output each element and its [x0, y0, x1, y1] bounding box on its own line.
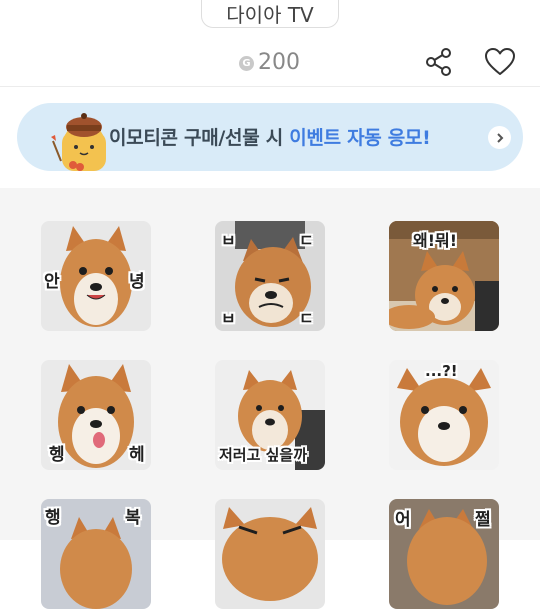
emoticon-item[interactable]: 헹 헤: [41, 360, 151, 470]
banner-text: 이모티콘 구매/선물 시 이벤트 자동 응모!: [109, 123, 431, 150]
like-button[interactable]: [484, 47, 516, 77]
emoticon-item[interactable]: 안 녕: [41, 221, 151, 331]
emoticon-item[interactable]: ...?!: [389, 360, 499, 470]
emoticon-caption: ㅂ: [221, 231, 236, 250]
emoticon-caption: 왜!뭐!: [413, 231, 458, 250]
emoticon-item[interactable]: 저러고 싶을까: [215, 360, 325, 470]
share-icon: [426, 48, 451, 76]
emoticon-item[interactable]: 왜!뭐!: [389, 221, 499, 331]
divider: [0, 86, 540, 87]
price-amount: 200: [258, 50, 300, 75]
emoticon-caption: 안: [44, 272, 60, 292]
banner-text-part1: 이모티콘 구매/선물 시: [109, 127, 290, 149]
emoticon-item[interactable]: [215, 499, 325, 609]
seller-name-chip[interactable]: 다이아 TV: [201, 0, 339, 28]
heart-outline-icon: [485, 48, 515, 75]
chevron-right-circle-icon[interactable]: [488, 126, 511, 149]
emoticon-caption: 어: [395, 510, 411, 530]
price-row: G 200: [0, 44, 540, 84]
seller-name: 다이아 TV: [226, 2, 314, 27]
event-banner[interactable]: 이모티콘 구매/선물 시 이벤트 자동 응모!: [17, 103, 523, 171]
banner-text-part2: 이벤트 자동 응모!: [289, 127, 431, 149]
emoticon-caption: 녕: [129, 272, 145, 292]
share-button[interactable]: [424, 47, 454, 77]
emoticon-item[interactable]: ㅂ ㄷ ㅂ ㄷ: [215, 221, 325, 331]
emoticon-caption: ㄷ: [299, 309, 314, 328]
emoticon-item[interactable]: 어 쩔: [389, 499, 499, 609]
shiba-dog-image: [215, 499, 325, 609]
emoticon-caption: 헹: [49, 445, 65, 465]
emoticon-caption: 헤: [129, 445, 145, 465]
emoticon-caption: ㅂ: [221, 309, 236, 328]
emoticon-caption: 복: [125, 508, 141, 528]
emoticon-caption: 쩔: [475, 510, 491, 530]
coin-icon: G: [239, 56, 254, 71]
emoticon-item[interactable]: 행 복: [41, 499, 151, 609]
emoticon-caption: 저러고 싶을까: [219, 446, 308, 464]
emoticon-caption: ㄷ: [299, 231, 314, 250]
emoticon-grid: 안 녕 ㅂ ㄷ ㅂ ㄷ 왜!뭐! 헹 헤 저러고 싶을까 ...?! 행 복 어…: [0, 188, 540, 609]
emoticon-caption: ...?!: [425, 362, 458, 380]
emoticon-caption: 행: [45, 508, 61, 528]
